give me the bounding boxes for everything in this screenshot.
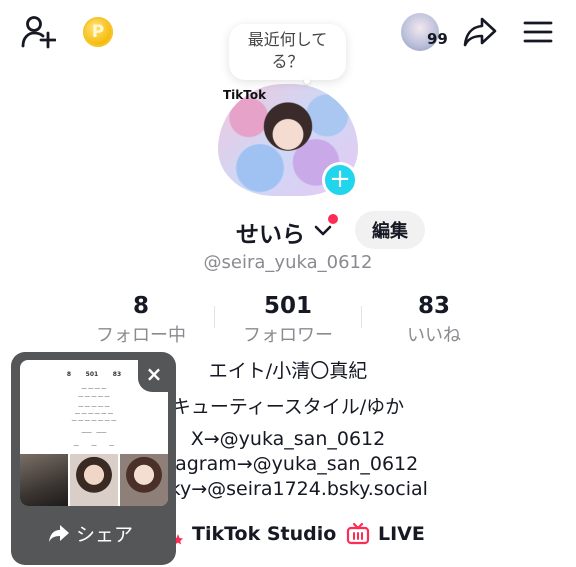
following-count: 8 — [132, 293, 149, 319]
add-story-button[interactable]: + — [322, 162, 358, 198]
share-profile-button[interactable] — [460, 14, 500, 50]
add-friend-button[interactable] — [18, 14, 58, 50]
plus-icon: + — [329, 164, 351, 194]
share-arrow-icon — [49, 524, 69, 542]
followers-label: フォロワー — [243, 325, 333, 346]
notification-dot — [328, 214, 338, 224]
coin-icon[interactable]: P — [83, 17, 113, 47]
live-icon — [346, 522, 370, 545]
share-label: シェア — [76, 524, 134, 546]
share-button[interactable]: シェア — [48, 520, 133, 547]
followers-stat[interactable]: 501 フォロワー — [218, 293, 358, 347]
chevron-down-icon — [314, 225, 332, 236]
add-user-icon — [21, 16, 56, 49]
followers-count: 501 — [263, 293, 312, 319]
status-bubble-tail — [304, 78, 310, 84]
menu-button[interactable] — [520, 16, 556, 48]
display-name: せいら — [236, 222, 305, 248]
likes-count: 83 — [417, 293, 450, 319]
likes-stat[interactable]: 83 いいね — [364, 293, 504, 347]
likes-label: いいね — [407, 325, 461, 346]
following-label: フォロー中 — [96, 325, 186, 346]
tiktok-studio-link[interactable]: TikTok Studio — [160, 522, 336, 546]
menu-icon — [523, 21, 553, 43]
live-label: LIVE — [378, 523, 425, 545]
tiktok-studio-label: TikTok Studio — [192, 523, 337, 545]
status-bubble[interactable]: 最近何して る？ — [229, 24, 346, 80]
avatar-logo-text: TikTok — [223, 88, 267, 102]
status-bubble-line2: る？ — [271, 52, 304, 71]
stat-divider — [214, 306, 215, 328]
following-stat[interactable]: 8 フォロー中 — [71, 293, 211, 347]
username: @seira_yuka_0612 — [203, 252, 373, 273]
story-count-badge: 99 — [427, 30, 448, 48]
live-link[interactable]: LIVE — [346, 522, 425, 546]
account-switch-button[interactable] — [313, 222, 333, 238]
share-arrow-icon — [463, 17, 497, 47]
close-share-card-button[interactable]: × — [138, 356, 170, 392]
coin-glyph: P — [91, 22, 105, 42]
edit-profile-button[interactable]: 編集 — [355, 211, 425, 249]
close-icon: × — [145, 362, 163, 386]
stat-divider — [361, 306, 362, 328]
status-bubble-line1: 最近何して — [247, 30, 328, 49]
